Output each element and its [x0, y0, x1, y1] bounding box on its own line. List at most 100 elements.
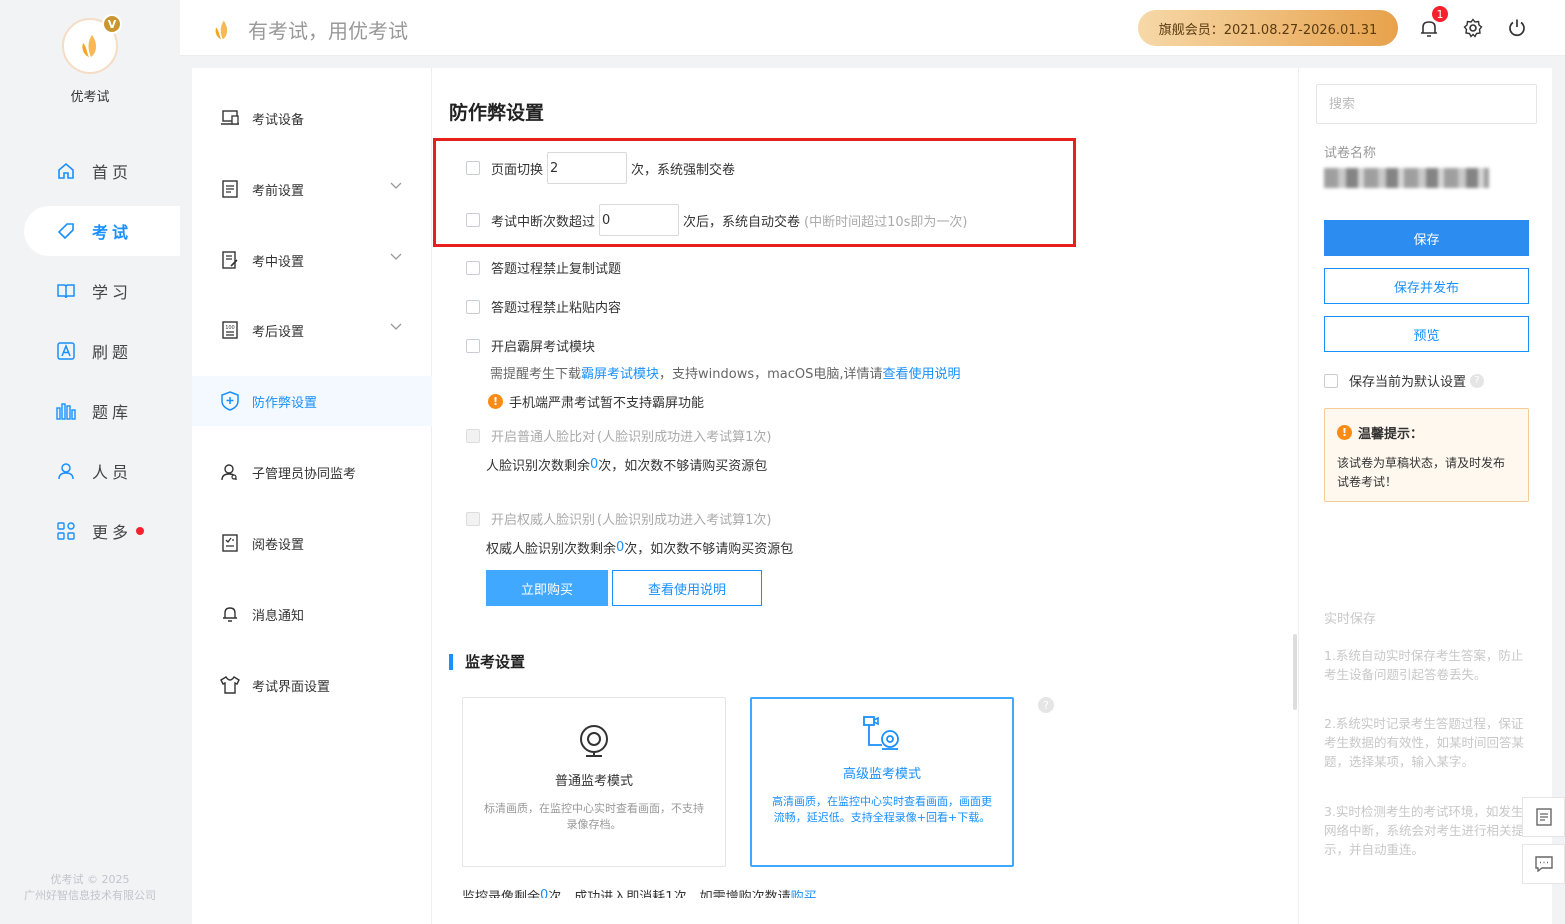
nav-item-exam[interactable]: 考试	[24, 206, 180, 256]
face-basic-remain-text: 人脸识别次数剩余	[486, 459, 591, 474]
nav-label: 首页	[92, 163, 133, 182]
bell-icon	[220, 604, 240, 624]
view-guide-button[interactable]: 查看使用说明	[612, 570, 762, 606]
advanced-monitor-desc: 高清画质，在监控中心实时查看画面，画面更流畅，延迟低。支持全程录像+回看+下载。	[772, 795, 992, 824]
fullscreen-checkbox[interactable]	[466, 338, 480, 353]
realtime-item: 2.系统实时记录考生答题过程，保证考生数据的有效性，如某时间回答某题，选择某项，…	[1324, 716, 1525, 769]
grade-icon	[220, 533, 240, 553]
face-basic-note: (人脸识别成功进入考试算1次)	[597, 430, 772, 445]
normal-monitor-title: 普通监考模式	[554, 774, 633, 789]
advanced-monitor-card[interactable]: 高级监考模式 高清画质，在监控中心实时查看画面，画面更流畅，延迟低。支持全程录像…	[750, 697, 1014, 867]
face-basic-label: 开启普通人脸比对	[491, 430, 596, 445]
face-auth-label: 开启权威人脸识别	[491, 513, 596, 528]
face-auth-remain: 权威人脸识别次数剩余 0 次，如次数不够请购买资源包	[486, 538, 793, 557]
nav-item-people[interactable]: 人员	[24, 446, 180, 496]
face-auth-remain-count: 0	[616, 540, 625, 555]
nav-item-practice[interactable]: 刷题	[24, 326, 180, 376]
home-icon	[56, 161, 76, 181]
page-switch-checkbox[interactable]	[466, 161, 480, 175]
copyright: 优考试 © 2025 广州好智信息技术有限公司	[0, 872, 180, 904]
subnav-label: 考前设置	[252, 183, 305, 199]
chevron-down-icon[interactable]	[390, 253, 402, 261]
search-input[interactable]	[1316, 84, 1537, 124]
save-button[interactable]: 保存	[1324, 220, 1529, 256]
no-paste-label: 答题过程禁止粘贴内容	[491, 301, 622, 316]
nav-item-question-bank[interactable]: 题库	[24, 386, 180, 436]
monitor-section-title: 监考设置	[449, 654, 525, 670]
subnav-item-interface[interactable]: 考试界面设置	[192, 660, 432, 710]
warning-icon: !	[488, 394, 503, 409]
nav-label: 题库	[92, 403, 133, 422]
fullscreen-guide-link[interactable]: 查看使用说明	[883, 363, 961, 382]
subnav-item-notification[interactable]: 消息通知	[192, 589, 432, 639]
no-paste-row: 答题过程禁止粘贴内容	[466, 297, 621, 316]
fullscreen-hint: 需提醒考生下载 霸屏考试模块 ，支持windows，macOS电脑,详情请 查看…	[490, 363, 961, 382]
face-basic-remain-count: 0	[590, 457, 599, 472]
preview-button[interactable]: 预览	[1324, 316, 1529, 352]
nav-item-more[interactable]: 更多	[24, 506, 180, 556]
settings-subnav: 考试设备 考前设置 考中设置 100 考后设置 防作弊设置 子管理员协同监考 阅…	[192, 68, 432, 924]
interrupt-note: (中断时间超过10s即为一次)	[804, 214, 968, 230]
no-copy-label: 答题过程禁止复制试题	[491, 262, 622, 277]
subnav-item-before-exam[interactable]: 考前设置	[192, 164, 432, 214]
save-default-checkbox[interactable]	[1324, 373, 1338, 388]
nav-item-home[interactable]: 首页	[24, 146, 180, 196]
notification-badge: 1	[1431, 5, 1449, 23]
paper-name-label: 试卷名称	[1324, 146, 1377, 161]
save-publish-button[interactable]: 保存并发布	[1324, 268, 1529, 304]
chevron-down-icon[interactable]	[390, 182, 402, 190]
tip-text: 该试卷为草稿状态，请及时发布试卷考试！	[1337, 456, 1506, 489]
chat-float-button[interactable]	[1522, 844, 1565, 884]
tag-icon	[56, 221, 76, 241]
advanced-monitor-title: 高级监考模式	[842, 767, 921, 782]
nav-item-study[interactable]: 学习	[24, 266, 180, 316]
app-logo[interactable]: V	[62, 14, 122, 74]
chevron-down-icon[interactable]	[390, 323, 402, 331]
nav-label: 考试	[92, 223, 133, 242]
normal-monitor-card[interactable]: 普通监考模式 标清画质，在监控中心实时查看画面，不支持录像存档。	[462, 697, 726, 867]
main-card: 考试设备 考前设置 考中设置 100 考后设置 防作弊设置 子管理员协同监考 阅…	[192, 68, 1552, 924]
paper-name-blurred	[1324, 168, 1489, 188]
face-auth-note: (人脸识别成功进入考试算1次)	[597, 513, 772, 528]
buy-now-button[interactable]: 立即购买	[486, 570, 608, 606]
membership-badge[interactable]: 旗舰会员：2021.08.27-2026.01.31	[1138, 10, 1398, 46]
normal-monitor-desc: 标清画质，在监控中心实时查看画面，不支持录像存档。	[484, 802, 704, 831]
page-switch-row: 页面切换 次，系统强制交卷	[466, 152, 735, 184]
bars-icon	[56, 401, 76, 421]
face-basic-checkbox[interactable]	[466, 428, 480, 443]
subnav-item-during-exam[interactable]: 考中设置	[192, 235, 432, 285]
right-panel: 试卷名称 保存 保存并发布 预览 保存当前为默认设置 ? ! 温馨提示： 该试卷…	[1298, 68, 1552, 924]
nav-label: 人员	[92, 463, 133, 482]
fullscreen-module-link[interactable]: 霸屏考试模块	[581, 363, 659, 382]
vip-badge: V	[102, 14, 122, 34]
face-auth-checkbox[interactable]	[466, 511, 480, 526]
face-auth-row: 开启权威人脸识别 (人脸识别成功进入考试算1次)	[466, 509, 771, 528]
interrupt-count-input[interactable]	[599, 204, 680, 236]
subnav-label: 考试界面设置	[252, 679, 331, 695]
score-doc-icon: 100	[220, 320, 240, 340]
doc-float-button[interactable]	[1522, 797, 1565, 837]
subnav-item-after-exam[interactable]: 100 考后设置	[192, 305, 432, 355]
monitor-remain-text: 监控录像剩余	[462, 890, 541, 898]
scrollbar[interactable]	[1293, 634, 1297, 710]
help-icon[interactable]: ?	[1470, 373, 1485, 388]
app-sidebar: V 优考试 首页 考试 学习 刷题 题库 人员 更多 优考试 © 2025 广州…	[0, 0, 180, 924]
no-paste-checkbox[interactable]	[466, 299, 480, 314]
interrupt-label: 考试中断次数超过	[491, 214, 596, 230]
help-icon[interactable]: ?	[1038, 697, 1054, 713]
gear-icon[interactable]	[1461, 16, 1485, 40]
buy-link[interactable]: 购买	[791, 886, 817, 898]
face-auth-remain-text: 权威人脸识别次数剩余	[486, 542, 617, 557]
app-name: 优考试	[70, 90, 110, 105]
nav-label: 学习	[92, 283, 133, 302]
document-icon	[1535, 808, 1552, 826]
no-copy-checkbox[interactable]	[466, 260, 480, 275]
subnav-item-anticheat[interactable]: 防作弊设置	[192, 376, 432, 426]
subnav-item-sub-admin[interactable]: 子管理员协同监考	[192, 447, 432, 497]
interrupt-checkbox[interactable]	[466, 213, 480, 227]
page-switch-count-input[interactable]	[547, 152, 628, 184]
subnav-label: 子管理员协同监考	[252, 466, 357, 482]
subnav-item-device[interactable]: 考试设备	[192, 93, 432, 143]
subnav-item-grading[interactable]: 阅卷设置	[192, 518, 432, 568]
power-icon[interactable]	[1505, 16, 1529, 40]
